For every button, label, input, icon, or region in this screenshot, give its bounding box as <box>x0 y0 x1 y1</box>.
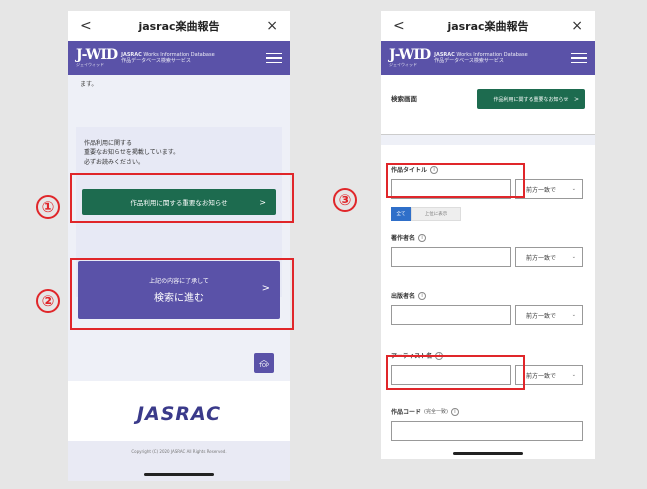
home-indicator <box>453 452 523 455</box>
copyright: Copyright (C) 2020 JASRAC All Rights Res… <box>68 441 290 481</box>
chevron-down-icon: ⌄ <box>571 312 576 318</box>
info-icon[interactable]: i <box>450 407 459 416</box>
publisher-match-select[interactable]: 前方一致で ⌄ <box>515 305 583 325</box>
menu-icon[interactable] <box>571 52 587 64</box>
chevron-down-icon: ⌄ <box>571 254 576 260</box>
close-button[interactable]: × <box>571 18 583 34</box>
search-screen-label: 検索画面 <box>391 95 417 103</box>
top-label: TOP <box>258 363 269 369</box>
brand-logo-group[interactable]: J-WID ジェイウィッド JASRAC Works Information D… <box>76 48 215 68</box>
brand-jp: 作品データベース検索サービス <box>121 58 191 64</box>
search-header: 検索画面 作品利用に関する重要なお知らせ > <box>381 75 595 135</box>
work-title-match-select[interactable]: 前方一致で ⌄ <box>515 179 583 199</box>
artist-match-select[interactable]: 前方一致で ⌄ <box>515 365 583 385</box>
important-notice-button[interactable]: 作品利用に関する重要なお知らせ > <box>477 89 585 109</box>
title-bar: < jasrac楽曲報告 × <box>68 11 290 41</box>
brand-header: J-WID ジェイウィッド JASRAC Works Information D… <box>68 41 290 75</box>
cut-text: ます。 <box>80 81 98 88</box>
step-marker-2: ② <box>36 289 60 313</box>
chevron-right-icon: > <box>573 95 579 103</box>
scroll-top-button[interactable]: ︿ TOP <box>254 353 274 373</box>
home-indicator <box>144 473 214 476</box>
chevron-down-icon: ⌄ <box>571 186 576 192</box>
toggle-all[interactable]: 全て <box>391 207 411 221</box>
brand-kana: ジェイウィッド <box>389 62 417 67</box>
brand-header: J-WID ジェイウィッド JASRAC Works Information D… <box>381 41 595 75</box>
toggle-prefix[interactable]: 上位に表示 <box>411 207 461 221</box>
step-marker-1: ① <box>36 195 60 219</box>
publisher-input[interactable] <box>391 305 511 325</box>
brand-logo-group[interactable]: J-WID ジェイウィッド JASRAC Works Information D… <box>389 48 528 68</box>
jwid-logo: J-WID <box>76 47 118 63</box>
author-input[interactable] <box>391 247 511 267</box>
highlight-box-1 <box>70 173 294 223</box>
highlight-box-2 <box>70 258 294 330</box>
jwid-logo: J-WID <box>389 47 431 63</box>
notice-section: ます。 作品利用に関する 重要なお知らせを掲載しています。 必ずお読みください。… <box>68 75 290 381</box>
highlight-box-3a <box>386 163 525 198</box>
important-notice-label: 作品利用に関する重要なお知らせ <box>493 96 569 103</box>
brand-kana: ジェイウィッド <box>76 62 104 67</box>
section-divider <box>381 135 595 145</box>
info-icon[interactable]: i <box>418 291 427 300</box>
notice-text: 作品利用に関する 重要なお知らせを掲載しています。 必ずお読みください。 <box>84 140 180 166</box>
author-label: 著作者名 i <box>391 233 427 242</box>
page-title: jasrac楽曲報告 <box>447 20 529 33</box>
back-button[interactable]: < <box>80 18 92 34</box>
close-button[interactable]: × <box>266 18 278 34</box>
brand-jp: 作品データベース検索サービス <box>434 58 504 64</box>
highlight-box-3b <box>386 355 525 390</box>
chevron-down-icon: ⌄ <box>571 372 576 378</box>
jasrac-logo: JASRAC <box>136 403 222 425</box>
publisher-label: 出版者名 i <box>391 291 427 300</box>
menu-icon[interactable] <box>266 52 282 64</box>
right-phone-screen: < jasrac楽曲報告 × J-WID ジェイウィッド JASRAC Work… <box>381 11 595 459</box>
step-marker-3: ③ <box>333 188 357 212</box>
footer: JASRAC <box>68 381 290 441</box>
work-code-note: (完全一致) <box>424 409 448 415</box>
back-button[interactable]: < <box>393 18 405 34</box>
info-icon[interactable]: i <box>418 233 427 242</box>
title-bar: < jasrac楽曲報告 × <box>381 11 595 41</box>
work-code-input[interactable] <box>391 421 583 441</box>
work-code-label: 作品コード (完全一致) i <box>391 407 459 416</box>
page-title: jasrac楽曲報告 <box>138 20 220 33</box>
author-match-select[interactable]: 前方一致で ⌄ <box>515 247 583 267</box>
left-phone-screen: < jasrac楽曲報告 × J-WID ジェイウィッド JASRAC Work… <box>68 11 290 481</box>
